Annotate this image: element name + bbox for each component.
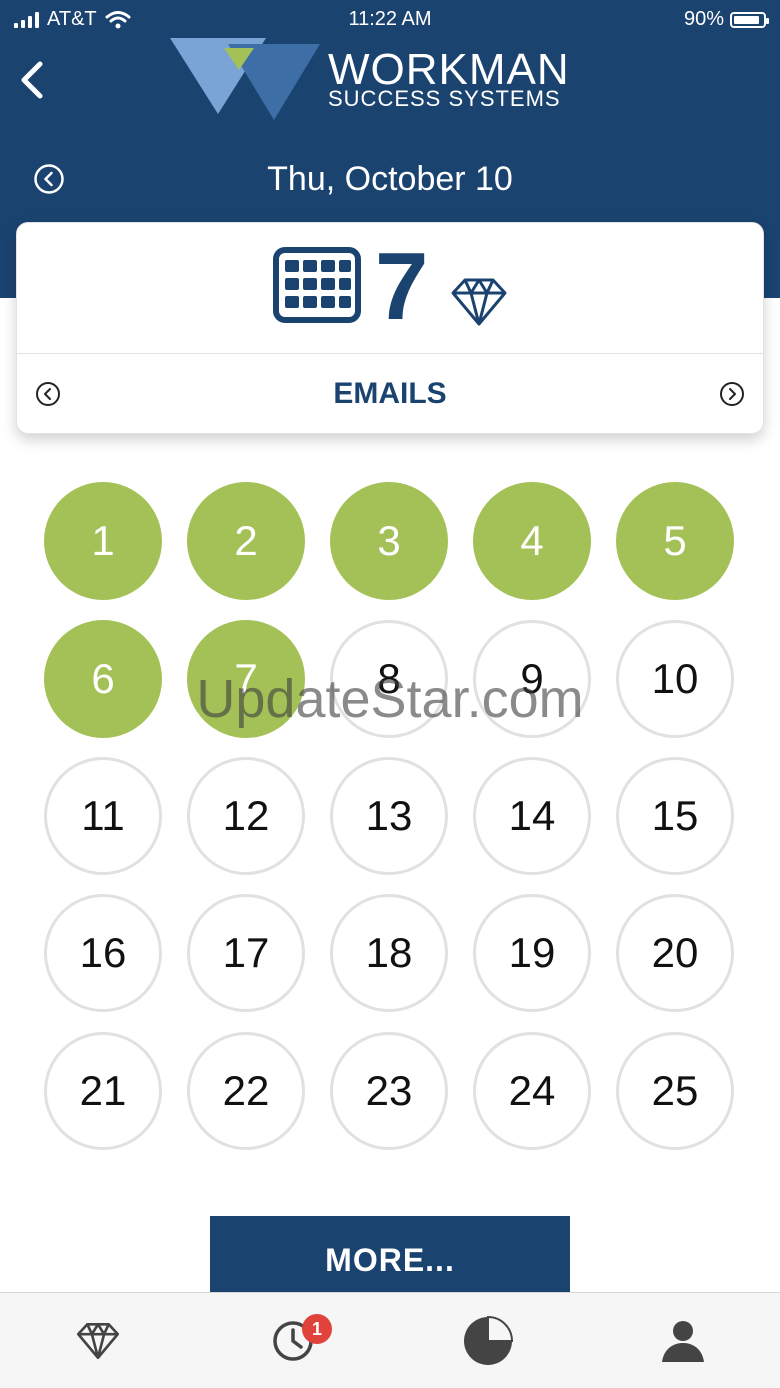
workman-logo	[170, 38, 320, 120]
more-button[interactable]: MORE...	[210, 1216, 570, 1302]
tracker-circle-20[interactable]: 20	[616, 894, 734, 1012]
next-category-icon[interactable]	[719, 381, 745, 407]
tracker-circle-11[interactable]: 11	[44, 757, 162, 875]
tracker-circle-9[interactable]: 9	[473, 620, 591, 738]
status-bar: AT&T 11:22 AM 90%	[0, 0, 780, 38]
tab-bar: 1	[0, 1292, 780, 1388]
tracker-circle-5[interactable]: 5	[616, 482, 734, 600]
tab-history[interactable]: 1	[195, 1293, 390, 1388]
tracker-circle-19[interactable]: 19	[473, 894, 591, 1012]
pie-chart-icon	[463, 1315, 513, 1365]
tracker-circle-21[interactable]: 21	[44, 1032, 162, 1150]
tracker-circle-4[interactable]: 4	[473, 482, 591, 600]
diamond-icon	[451, 278, 507, 326]
tracker-circle-18[interactable]: 18	[330, 894, 448, 1012]
tracker-circle-10[interactable]: 10	[616, 620, 734, 738]
tracker-circle-14[interactable]: 14	[473, 757, 591, 875]
tracker-circle-16[interactable]: 16	[44, 894, 162, 1012]
category-label: EMAILS	[333, 377, 447, 410]
tracker-circle-22[interactable]: 22	[187, 1032, 305, 1150]
battery-icon	[730, 11, 769, 28]
calendar-grid-icon	[273, 247, 361, 323]
tracker-circle-6[interactable]: 6	[44, 620, 162, 738]
tracker-circle-12[interactable]: 12	[187, 757, 305, 875]
status-time: 11:22 AM	[348, 8, 432, 30]
tracker-circle-8[interactable]: 8	[330, 620, 448, 738]
profile-icon	[661, 1320, 704, 1362]
tracker-circle-25[interactable]: 25	[616, 1032, 734, 1150]
back-chevron-icon[interactable]	[14, 56, 50, 104]
tracker-circle-15[interactable]: 15	[616, 757, 734, 875]
tracker-circle-2[interactable]: 2	[187, 482, 305, 600]
notification-badge: 1	[302, 1314, 332, 1344]
brand-tagline: SUCCESS SYSTEMS	[328, 86, 561, 111]
tab-stats[interactable]	[390, 1293, 585, 1388]
tab-profile[interactable]	[585, 1293, 780, 1388]
battery-percent: 90%	[683, 8, 724, 30]
tracker-circle-3[interactable]: 3	[330, 482, 448, 600]
tracker-circle-17[interactable]: 17	[187, 894, 305, 1012]
tracker-circle-13[interactable]: 13	[330, 757, 448, 875]
completed-count: 7	[375, 233, 429, 340]
tracker-circle-7[interactable]: 7	[187, 620, 305, 738]
tracker-circle-23[interactable]: 23	[330, 1032, 448, 1150]
tracker-circle-1[interactable]: 1	[44, 482, 162, 600]
current-date: Thu, October 10	[267, 160, 513, 198]
summary-card: 7 EMAILS	[16, 222, 764, 434]
diamond-icon	[76, 1322, 119, 1359]
tracker-circle-24[interactable]: 24	[473, 1032, 591, 1150]
tab-diamond[interactable]	[0, 1293, 195, 1388]
